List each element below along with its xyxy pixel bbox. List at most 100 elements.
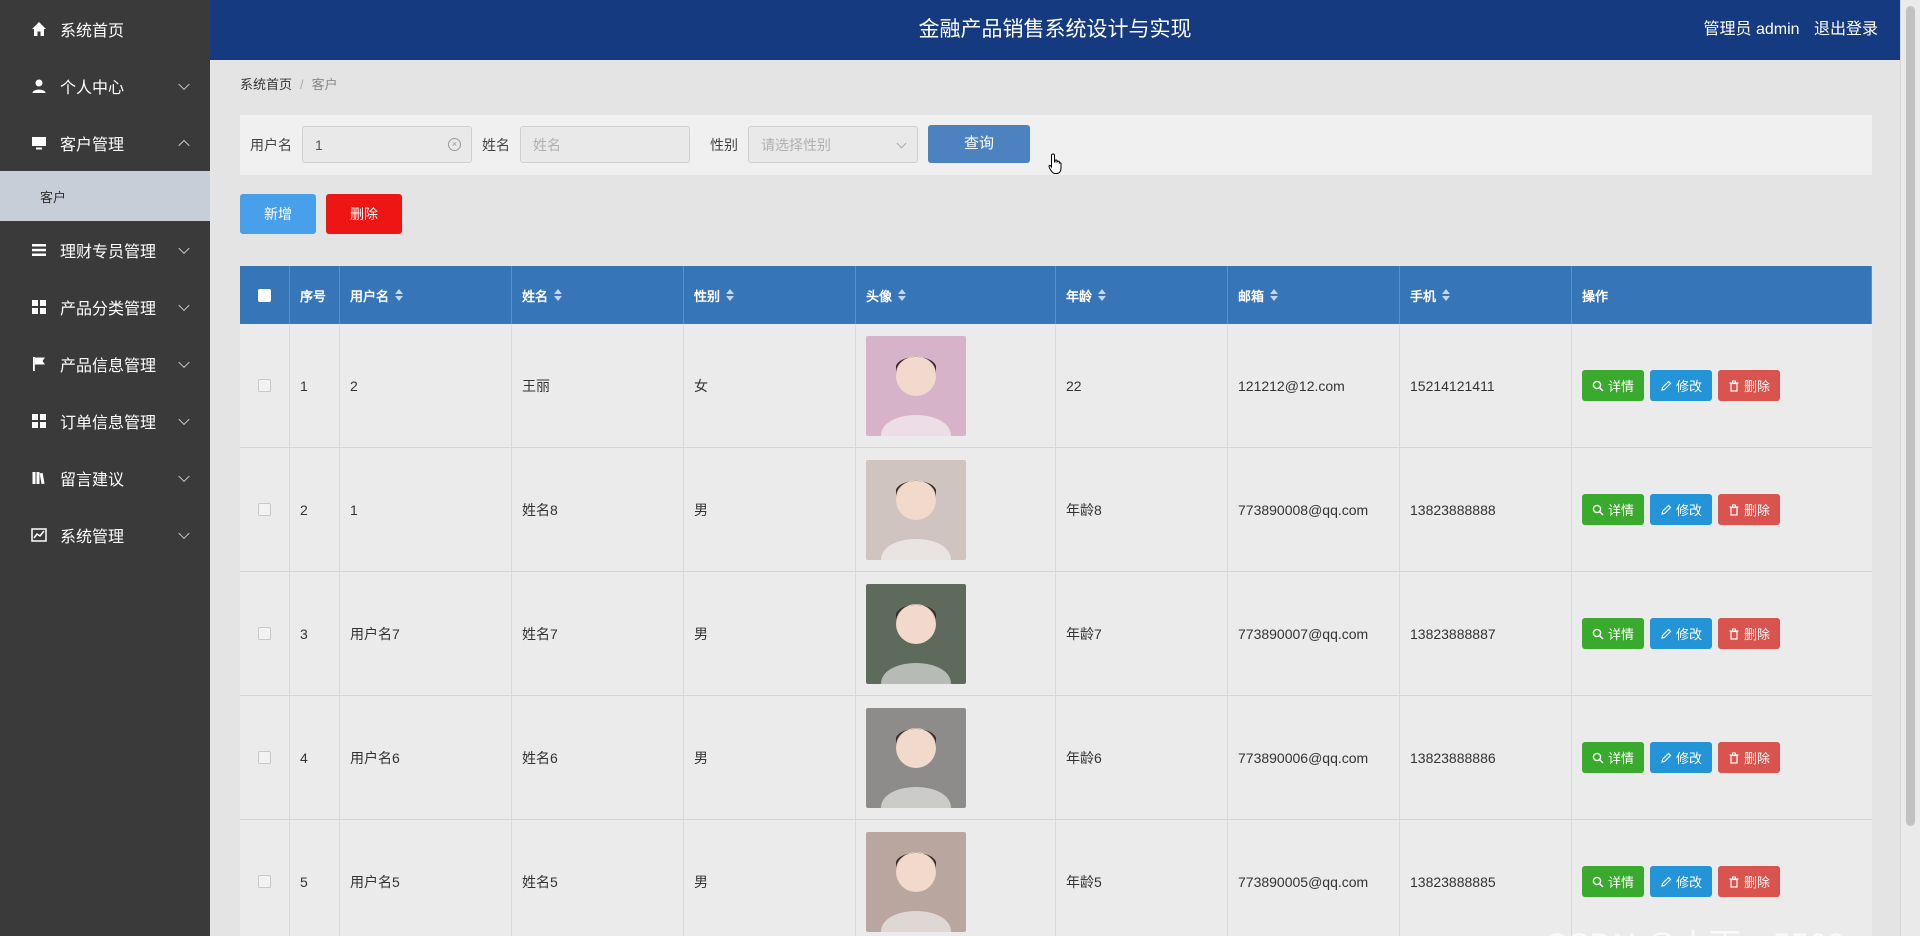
sort-icon[interactable]	[1270, 289, 1279, 301]
delete-button[interactable]: 删除	[1718, 370, 1781, 401]
row-checkbox[interactable]	[258, 379, 271, 392]
delete-label: 删除	[1744, 627, 1771, 642]
current-user: 管理员 admin	[1703, 21, 1800, 38]
name-input[interactable]: 姓名	[520, 126, 690, 163]
delete-button[interactable]: 删除	[1718, 494, 1781, 525]
chevron-down-icon	[178, 527, 190, 539]
sidebar-item-product-info[interactable]: 产品信息管理	[0, 335, 210, 392]
edit-button[interactable]: 修改	[1650, 618, 1713, 649]
header-avatar[interactable]: 头像	[856, 266, 1056, 324]
header-label: 性别	[694, 288, 721, 304]
username-label: 用户名	[250, 137, 292, 153]
pencil-icon	[1661, 628, 1672, 639]
username-input[interactable]: 1 ×	[302, 126, 472, 163]
sidebar-item-profile[interactable]: 个人中心	[0, 57, 210, 114]
avatar-portrait	[881, 603, 951, 684]
sort-icon[interactable]	[1442, 289, 1451, 301]
edit-button[interactable]: 修改	[1650, 370, 1713, 401]
detail-button[interactable]: 详情	[1582, 618, 1645, 649]
sidebar-item-system[interactable]: 系统管理	[0, 506, 210, 563]
detail-label: 详情	[1608, 503, 1635, 518]
avatar-portrait	[881, 727, 951, 808]
sort-icon[interactable]	[726, 289, 735, 301]
query-button[interactable]: 查询	[928, 125, 1030, 163]
cell-avatar	[856, 572, 1056, 695]
trash-icon	[1729, 876, 1739, 888]
sidebar-subitem-customer[interactable]: 客户	[0, 171, 210, 221]
header-phone[interactable]: 手机	[1400, 266, 1572, 324]
hand-cursor-icon	[1048, 153, 1062, 174]
batch-delete-button[interactable]: 删除	[326, 194, 402, 234]
cell-email: 773890007@qq.com	[1228, 572, 1400, 695]
detail-button[interactable]: 详情	[1582, 370, 1645, 401]
header-name[interactable]: 姓名	[512, 266, 684, 324]
sidebar-item-customers[interactable]: 客户管理	[0, 114, 210, 171]
sidebar-item-label: 系统管理	[60, 528, 125, 546]
detail-label: 详情	[1608, 875, 1635, 890]
detail-button[interactable]: 详情	[1582, 866, 1645, 897]
delete-button[interactable]: 删除	[1718, 742, 1781, 773]
cell-ops: 详情 修改 删除	[1572, 696, 1872, 819]
cell-index: 4	[290, 696, 340, 819]
gender-select[interactable]: 请选择性别	[748, 126, 918, 163]
search-icon	[1592, 876, 1604, 887]
header-email[interactable]: 邮箱	[1228, 266, 1400, 324]
header-username[interactable]: 用户名	[340, 266, 512, 324]
row-checkbox[interactable]	[258, 627, 271, 640]
edit-button[interactable]: 修改	[1650, 494, 1713, 525]
clear-icon[interactable]: ×	[448, 138, 461, 151]
row-actions: 详情 修改 删除	[1582, 742, 1781, 773]
scrollbar-thumb[interactable]	[1906, 6, 1915, 826]
delete-label: 删除	[1744, 503, 1771, 518]
cell-gender: 女	[684, 324, 856, 447]
cell-gender: 男	[684, 696, 856, 819]
trash-icon	[1729, 504, 1739, 516]
row-checkbox[interactable]	[258, 875, 271, 888]
cell-username: 用户名6	[340, 696, 512, 819]
cell-name: 王丽	[512, 324, 684, 447]
sidebar-item-product-category[interactable]: 产品分类管理	[0, 278, 210, 335]
sidebar-item-home[interactable]: 系统首页	[0, 0, 210, 57]
row-checkbox[interactable]	[258, 503, 271, 516]
row-checkbox[interactable]	[258, 751, 271, 764]
avatar-portrait	[881, 479, 951, 560]
cell-phone: 15214121411	[1400, 324, 1572, 447]
cell-name: 姓名6	[512, 696, 684, 819]
delete-button[interactable]: 删除	[1718, 618, 1781, 649]
page-scrollbar[interactable]	[1900, 0, 1920, 936]
delete-button[interactable]: 删除	[1718, 866, 1781, 897]
sort-icon[interactable]	[395, 289, 404, 301]
header-select-cell	[240, 266, 290, 324]
search-icon	[1592, 628, 1604, 639]
search-form: 用户名 1 × 姓名 姓名 性别 请选择性别 查询	[240, 115, 1872, 175]
avatar	[866, 707, 966, 808]
sort-icon[interactable]	[898, 289, 907, 301]
sidebar-item-advisors[interactable]: 理财专员管理	[0, 221, 210, 278]
header-gender[interactable]: 性别	[684, 266, 856, 324]
header-age[interactable]: 年龄	[1056, 266, 1228, 324]
sort-icon[interactable]	[554, 289, 563, 301]
cell-ops: 详情 修改 删除	[1572, 572, 1872, 695]
chevron-down-icon	[178, 299, 190, 311]
detail-button[interactable]: 详情	[1582, 494, 1645, 525]
detail-button[interactable]: 详情	[1582, 742, 1645, 773]
watermark-text: CSDN @小雨cc5566ru	[1545, 920, 1873, 936]
avatar	[866, 335, 966, 436]
table-body: 1 2 王丽 女 22 121212@12.com 15214121411 详情	[240, 324, 1872, 936]
add-button[interactable]: 新增	[240, 194, 316, 234]
person-icon	[30, 77, 48, 95]
edit-button[interactable]: 修改	[1650, 742, 1713, 773]
logout-link[interactable]: 退出登录	[1814, 21, 1878, 38]
sidebar-item-feedback[interactable]: 留言建议	[0, 449, 210, 506]
header-index: 序号	[290, 266, 340, 324]
sidebar-item-label: 留言建议	[60, 471, 125, 489]
select-all-checkbox[interactable]	[258, 288, 271, 302]
sort-icon[interactable]	[1098, 289, 1107, 301]
table-header-row: 序号 用户名 姓名 性别 头像 年龄 邮箱 手机 操作	[240, 266, 1872, 324]
sidebar-item-orders[interactable]: 订单信息管理	[0, 392, 210, 449]
avatar	[866, 459, 966, 560]
grid-icon	[30, 412, 48, 430]
cell-age: 年龄7	[1056, 572, 1228, 695]
breadcrumb-home[interactable]: 系统首页	[240, 77, 292, 92]
edit-button[interactable]: 修改	[1650, 866, 1713, 897]
